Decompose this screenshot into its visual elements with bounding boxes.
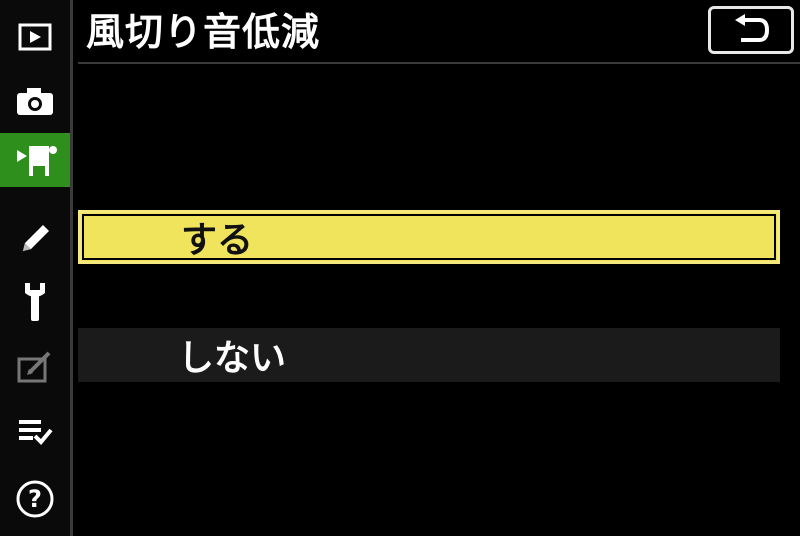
sidebar-item-my-menu[interactable] [0, 405, 70, 459]
help-icon: ? [16, 480, 54, 518]
pencil-icon [23, 225, 49, 251]
return-arrow-icon [735, 14, 770, 42]
sidebar-item-movie-shooting[interactable] [0, 133, 73, 187]
sidebar-divider [70, 0, 73, 536]
svg-text:?: ? [28, 485, 42, 513]
option-on[interactable]: する [78, 210, 780, 264]
page-title: 風切り音低減 [86, 10, 321, 54]
sidebar-item-help[interactable]: ? [0, 472, 70, 526]
option-label: しない [178, 338, 287, 379]
back-button[interactable] [708, 6, 794, 54]
sidebar-item-custom-settings[interactable] [0, 212, 70, 266]
option-label: する [181, 220, 254, 261]
sidebar-item-playback[interactable] [0, 10, 70, 64]
my-menu-icon [19, 420, 53, 445]
sidebar-item-photo-shooting[interactable] [0, 74, 70, 128]
camera-icon [17, 88, 53, 115]
option-off[interactable]: しない [78, 328, 780, 382]
playback-icon [18, 23, 52, 51]
sidebar-item-setup[interactable] [0, 274, 70, 328]
wrench-icon [25, 283, 45, 321]
movie-camera-icon [16, 146, 57, 176]
sidebar: ? [0, 0, 73, 536]
retouch-icon [17, 351, 51, 383]
sidebar-item-retouch[interactable] [0, 340, 70, 394]
title-divider [78, 62, 800, 64]
